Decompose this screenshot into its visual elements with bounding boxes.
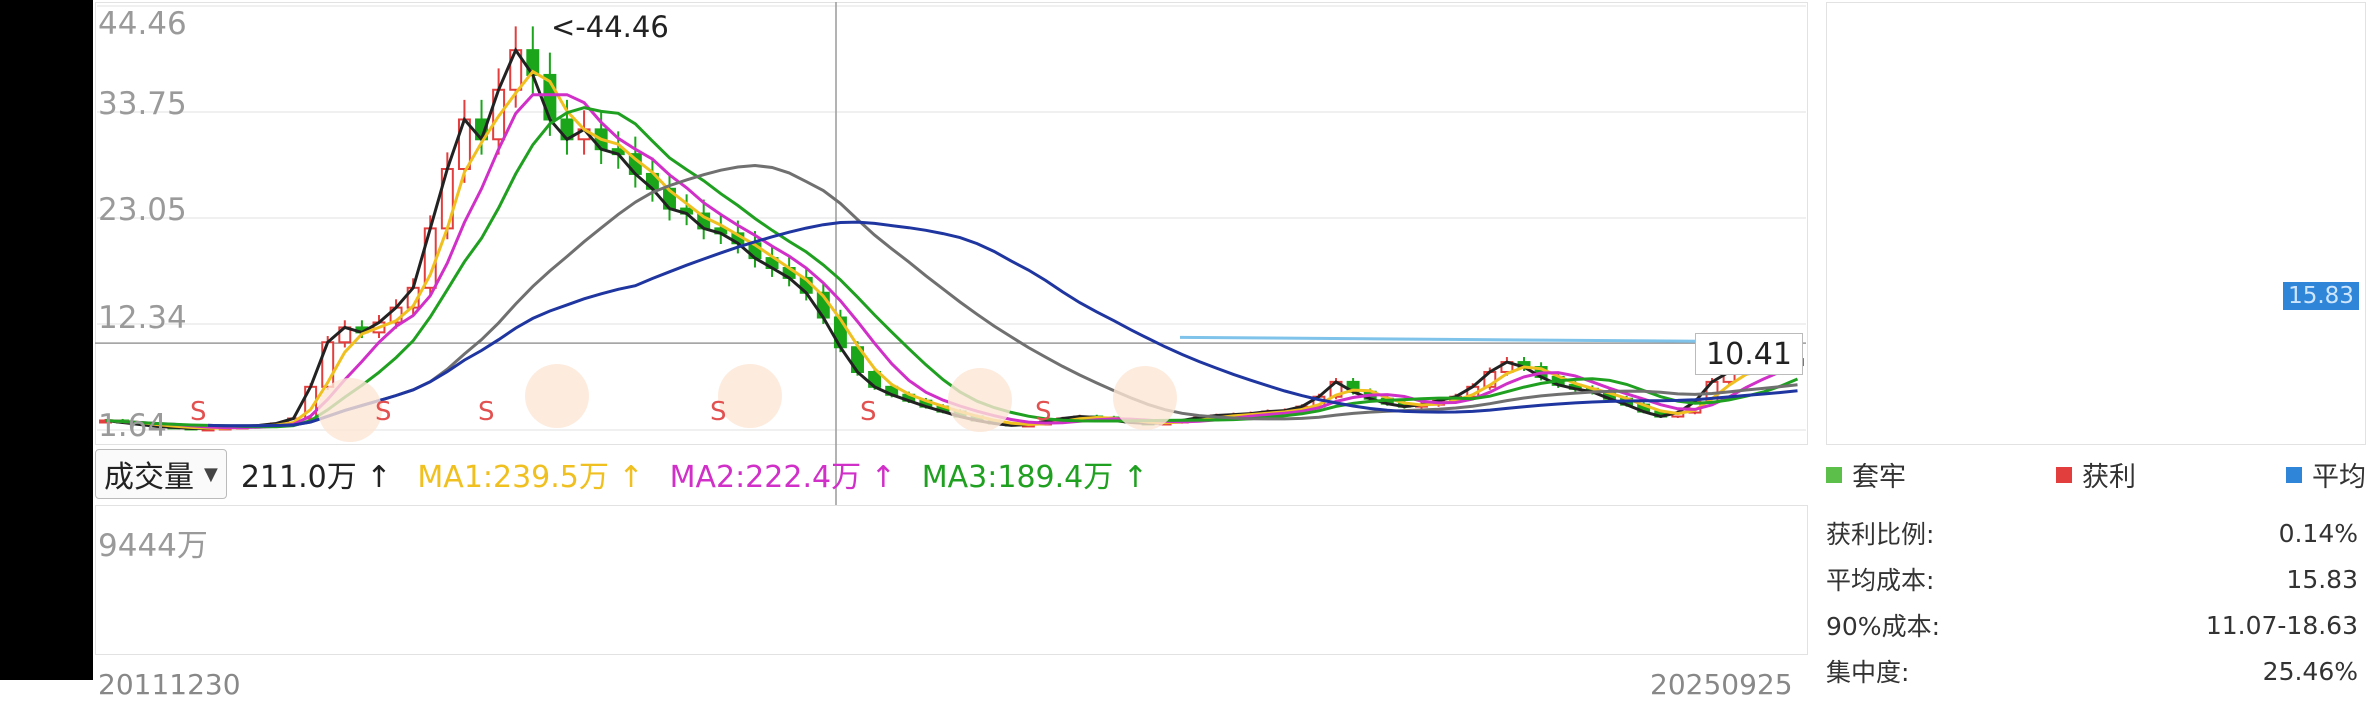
avg-cost-tag: 15.83: [2283, 282, 2359, 310]
volume-tick-top: 9444万: [98, 528, 208, 564]
stat-value: 25.46%: [2262, 656, 2358, 686]
current-price-box: 10.41: [1695, 333, 1803, 375]
stat-label: 集中度:: [1826, 658, 1910, 687]
legend-trapped: 套牢: [1826, 455, 1906, 494]
legend-profit-label: 获利: [2082, 462, 2136, 493]
stat-avg-cost: 平均成本: 15.83: [1826, 556, 2358, 602]
dropdown-arrow-icon: ▼: [204, 463, 218, 485]
end-date-label: 20250925: [1650, 668, 1793, 701]
signal-marker: [948, 368, 1012, 432]
chip-stats: 获利比例: 0.14% 平均成本: 15.83 90%成本: 11.07-18.63 …: [1826, 510, 2358, 694]
legend-average-swatch: [2286, 466, 2302, 483]
legend-average-label: 平均: [2312, 462, 2366, 493]
volume-chart-panel[interactable]: [95, 505, 1808, 655]
stat-profit-ratio: 获利比例: 0.14%: [1826, 510, 2358, 556]
legend-average: 平均: [2286, 455, 2366, 494]
volume-value: 211.0万 ↑: [240, 460, 392, 495]
legend-trapped-swatch: [1826, 466, 1842, 483]
legend-profit-swatch: [2056, 466, 2072, 483]
stat-label: 90%成本:: [1826, 612, 1940, 641]
legend-profit: 获利: [2056, 455, 2136, 494]
legend-trapped-label: 套牢: [1852, 462, 1906, 493]
sell-signal-text: S: [1035, 397, 1052, 427]
price-tick-3: 23.05: [98, 192, 187, 228]
signal-marker: [318, 378, 382, 442]
price-tick-top: 44.46: [98, 6, 187, 42]
stat-90-cost: 90%成本: 11.07-18.63: [1826, 602, 2358, 648]
volume-ma2: MA2:222.4万 ↑: [669, 460, 896, 495]
indicator-selector-label: 成交量: [104, 460, 194, 495]
start-date-label: 20111230: [98, 668, 241, 701]
chip-legend: 套牢 获利 平均: [1826, 455, 2366, 494]
chip-distribution-panel[interactable]: [1826, 2, 2366, 445]
indicator-selector[interactable]: 成交量 ▼: [95, 449, 227, 499]
signal-marker: [1113, 366, 1177, 430]
stat-label: 平均成本:: [1826, 566, 1935, 595]
price-tick-bottom: 1.64: [98, 408, 168, 444]
sell-signal-text: S: [860, 397, 877, 427]
sell-signal-text: S: [375, 397, 392, 427]
stat-concentration: 集中度: 25.46%: [1826, 648, 2358, 694]
price-tick-2: 33.75: [98, 86, 187, 122]
signal-marker: [525, 364, 589, 428]
price-tick-4: 12.34: [98, 300, 187, 336]
volume-toolbar: 成交量 ▼ 211.0万 ↑ MA1:239.5万 ↑ MA2:222.4万 ↑…: [95, 449, 1174, 499]
signal-marker: [718, 364, 782, 428]
sell-signal-text: S: [710, 397, 727, 427]
sell-signal-text: S: [190, 397, 207, 427]
stat-value: 15.83: [2286, 564, 2358, 594]
sell-signal-text: S: [478, 397, 495, 427]
stat-label: 获利比例:: [1826, 520, 1935, 549]
stat-value: 11.07-18.63: [2205, 610, 2358, 640]
volume-ma1: MA1:239.5万 ↑: [417, 460, 644, 495]
stat-value: 0.14%: [2278, 518, 2358, 548]
volume-ma3: MA3:189.4万 ↑: [921, 460, 1148, 495]
reference-line: [1179, 335, 1701, 343]
high-price-marker: <-44.46: [551, 10, 669, 44]
